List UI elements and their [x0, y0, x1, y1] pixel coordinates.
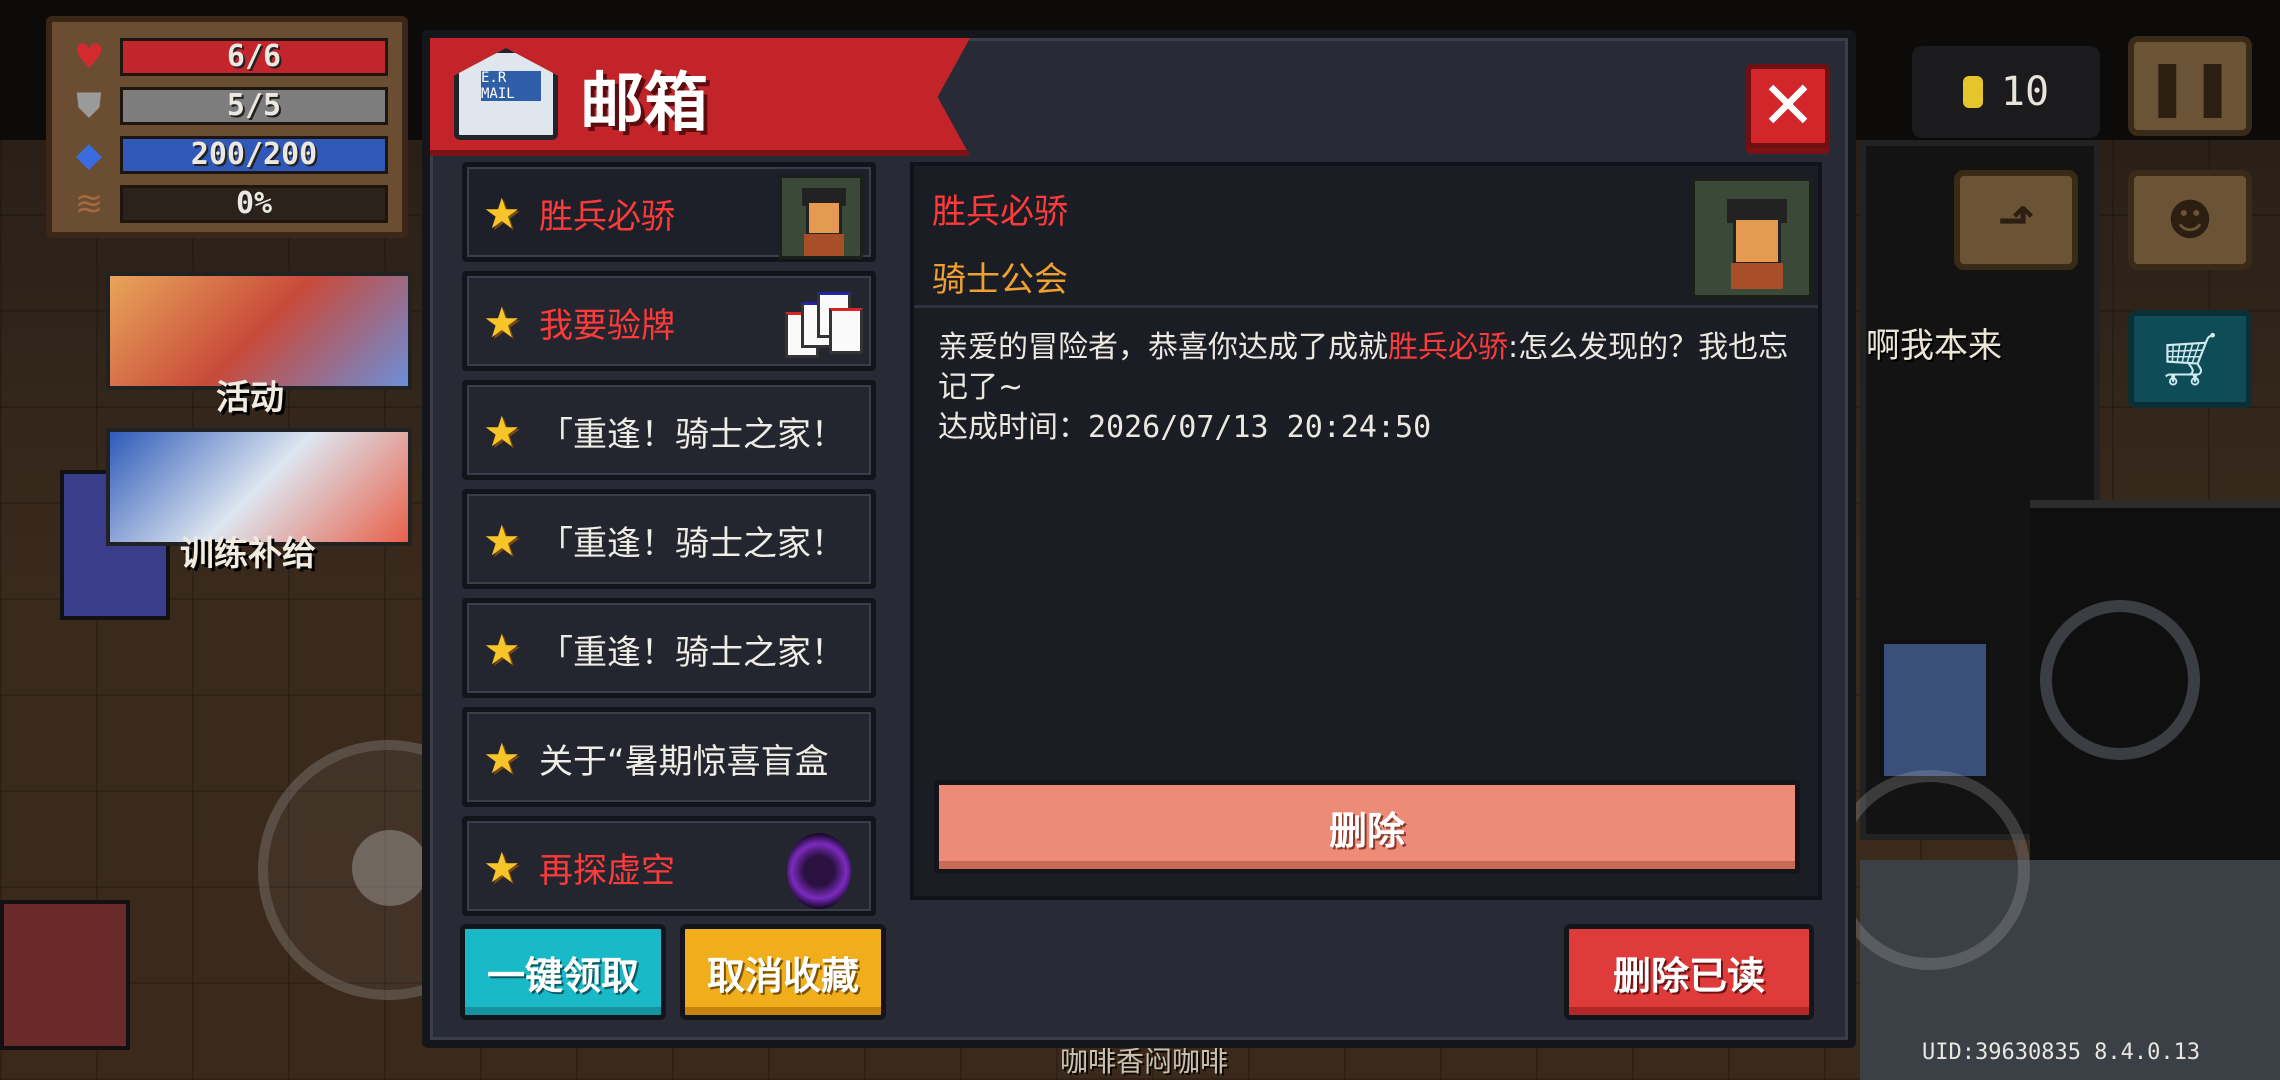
- health-bar: 6/6: [120, 37, 388, 76]
- playing-card: [829, 308, 863, 354]
- mail-list[interactable]: ★ 胜兵必骄 ★ 我要验牌 ★ 「重逢！骑士之家！ ★ 「重逢！骑士之家！ ★ 「重逢！骑士之家！…: [462, 162, 884, 942]
- player-character: [0, 900, 130, 1050]
- pause-icon: ❚❚: [2144, 54, 2236, 118]
- crit-row: ≋ 0%: [66, 179, 388, 228]
- mail-list-item[interactable]: ★ 胜兵必骄: [462, 162, 876, 262]
- body-achievement-name: 胜兵必骄: [1388, 330, 1508, 365]
- knight-avatar-icon: [1692, 178, 1812, 298]
- claim-all-button[interactable]: 一键领取: [460, 924, 666, 1020]
- energy-text: 200/200: [190, 137, 318, 172]
- shopping-cart-icon: 🛒︎: [2156, 329, 2223, 390]
- star-favorite-icon: ★: [483, 298, 521, 347]
- close-x-icon: ✕: [1760, 67, 1816, 144]
- avatar-body: [804, 234, 844, 256]
- attack-button[interactable]: [1830, 770, 2030, 970]
- mail-list-item[interactable]: ★ 「重逢！骑士之家！: [462, 598, 876, 698]
- mail-list-item[interactable]: ★ 「重逢！骑士之家！: [462, 489, 876, 589]
- npc-speech-text: 啊我本来: [1866, 326, 2002, 366]
- energy-bar: 200/200: [120, 135, 388, 174]
- star-favorite-icon: ★: [483, 625, 521, 674]
- playing-cards-icon: [779, 284, 863, 368]
- armor-row: ⛊ 5/5: [66, 81, 388, 130]
- star-favorite-icon: ★: [483, 843, 521, 892]
- crit-bar: 0%: [120, 184, 388, 223]
- joystick-knob[interactable]: [352, 830, 428, 906]
- star-favorite-icon: ★: [483, 516, 521, 565]
- mailbox-header: E.R MAIL 邮箱: [430, 38, 970, 156]
- star-favorite-icon: ★: [483, 189, 521, 238]
- delete-read-button[interactable]: 删除已读: [1564, 924, 1814, 1020]
- mail-item-title: 「重逢！骑士之家！: [539, 524, 845, 564]
- mail-item-title: 「重逢！骑士之家！: [539, 633, 845, 673]
- mail-detail-panel: 胜兵必骄 骑士公会 亲爱的冒险者，恭喜你达成了成就胜兵必骄:怎么发现的？我也忘记…: [910, 162, 1822, 900]
- body-text-prefix: 亲爱的冒险者，恭喜你达成了成就: [938, 330, 1388, 365]
- coin-icon: [1962, 76, 1983, 108]
- knight-avatar-icon: [779, 175, 863, 259]
- delete-mail-button[interactable]: 删除: [934, 780, 1800, 874]
- star-favorite-icon: ★: [483, 407, 521, 456]
- player-stats-panel: ♥ 6/6 ⛊ 5/5 ◆ 200/200 ≋ 0%: [46, 16, 408, 238]
- mail-list-item[interactable]: ★ 关于“暑期惊喜盲盒: [462, 707, 876, 807]
- mail-detail-header: 胜兵必骄 骑士公会: [914, 166, 1818, 308]
- mail-detail-title: 胜兵必骄: [932, 192, 1068, 232]
- exit-stairs-icon: ⬏: [1997, 194, 2035, 246]
- achievement-time-value: 2026/07/13 20:24:50: [1088, 410, 1432, 445]
- energy-diamond-icon: ◆: [75, 134, 103, 175]
- shop-button[interactable]: 🛒︎: [2128, 310, 2252, 408]
- unfavorite-button[interactable]: 取消收藏: [680, 924, 886, 1020]
- coin-count: 10: [2000, 69, 2050, 115]
- star-favorite-icon: ★: [483, 734, 521, 783]
- exit-button[interactable]: ⬏: [1954, 170, 2078, 270]
- void-portal-icon: [787, 833, 851, 909]
- armor-text: 5/5: [226, 88, 282, 123]
- avatar-face: [1733, 217, 1781, 265]
- mail-detail-body: 亲爱的冒险者，恭喜你达成了成就胜兵必骄:怎么发现的？我也忘记了~ 达成时间：20…: [938, 328, 1798, 448]
- mail-list-item[interactable]: ★ 我要验牌: [462, 271, 876, 371]
- crit-coil-icon: ≋: [74, 183, 104, 224]
- coin-counter: 10: [1912, 46, 2100, 138]
- avatar-body: [1731, 263, 1783, 289]
- profile-button[interactable]: ☻: [2128, 170, 2252, 270]
- npc-character: [1880, 640, 1990, 780]
- heart-icon: ♥: [73, 36, 105, 77]
- health-row: ♥ 6/6: [66, 32, 388, 81]
- close-button[interactable]: ✕: [1746, 64, 1830, 148]
- mail-detail-sender: 骑士公会: [932, 260, 1068, 300]
- activity-label: 活动: [216, 378, 284, 418]
- armor-bar: 5/5: [120, 86, 388, 125]
- mailbox-panel: E.R MAIL 邮箱 ✕ ★ 胜兵必骄 ★ 我要验牌 ★ 「重逢！骑士之家！ ★ 「重逢！骑…: [422, 30, 1856, 1048]
- training-supply-label: 训练补给: [180, 534, 316, 574]
- shield-icon: ⛊: [76, 85, 102, 126]
- energy-row: ◆ 200/200: [66, 130, 388, 179]
- mail-item-title: 关于“暑期惊喜盲盒: [539, 742, 829, 782]
- uid-version-text: UID:39630835 8.4.0.13: [1922, 1040, 2201, 1065]
- crit-text: 0%: [235, 186, 273, 221]
- mail-list-item[interactable]: ★ 再探虚空: [462, 816, 876, 916]
- mail-list-item[interactable]: ★ 「重逢！骑士之家！: [462, 380, 876, 480]
- mailbox-title: 邮箱: [580, 67, 708, 141]
- pause-button[interactable]: ❚❚: [2128, 36, 2252, 136]
- weapon-switch-button[interactable]: [2040, 600, 2200, 760]
- health-text: 6/6: [226, 39, 282, 74]
- mail-item-title: 「重逢！骑士之家！: [539, 415, 845, 455]
- achievement-time-label: 达成时间：: [938, 410, 1088, 445]
- mail-envelope-icon: E.R MAIL: [454, 48, 558, 140]
- profile-card-icon: ☻: [2167, 194, 2213, 246]
- mail-stamp: E.R MAIL: [481, 70, 541, 102]
- avatar-face: [806, 200, 842, 236]
